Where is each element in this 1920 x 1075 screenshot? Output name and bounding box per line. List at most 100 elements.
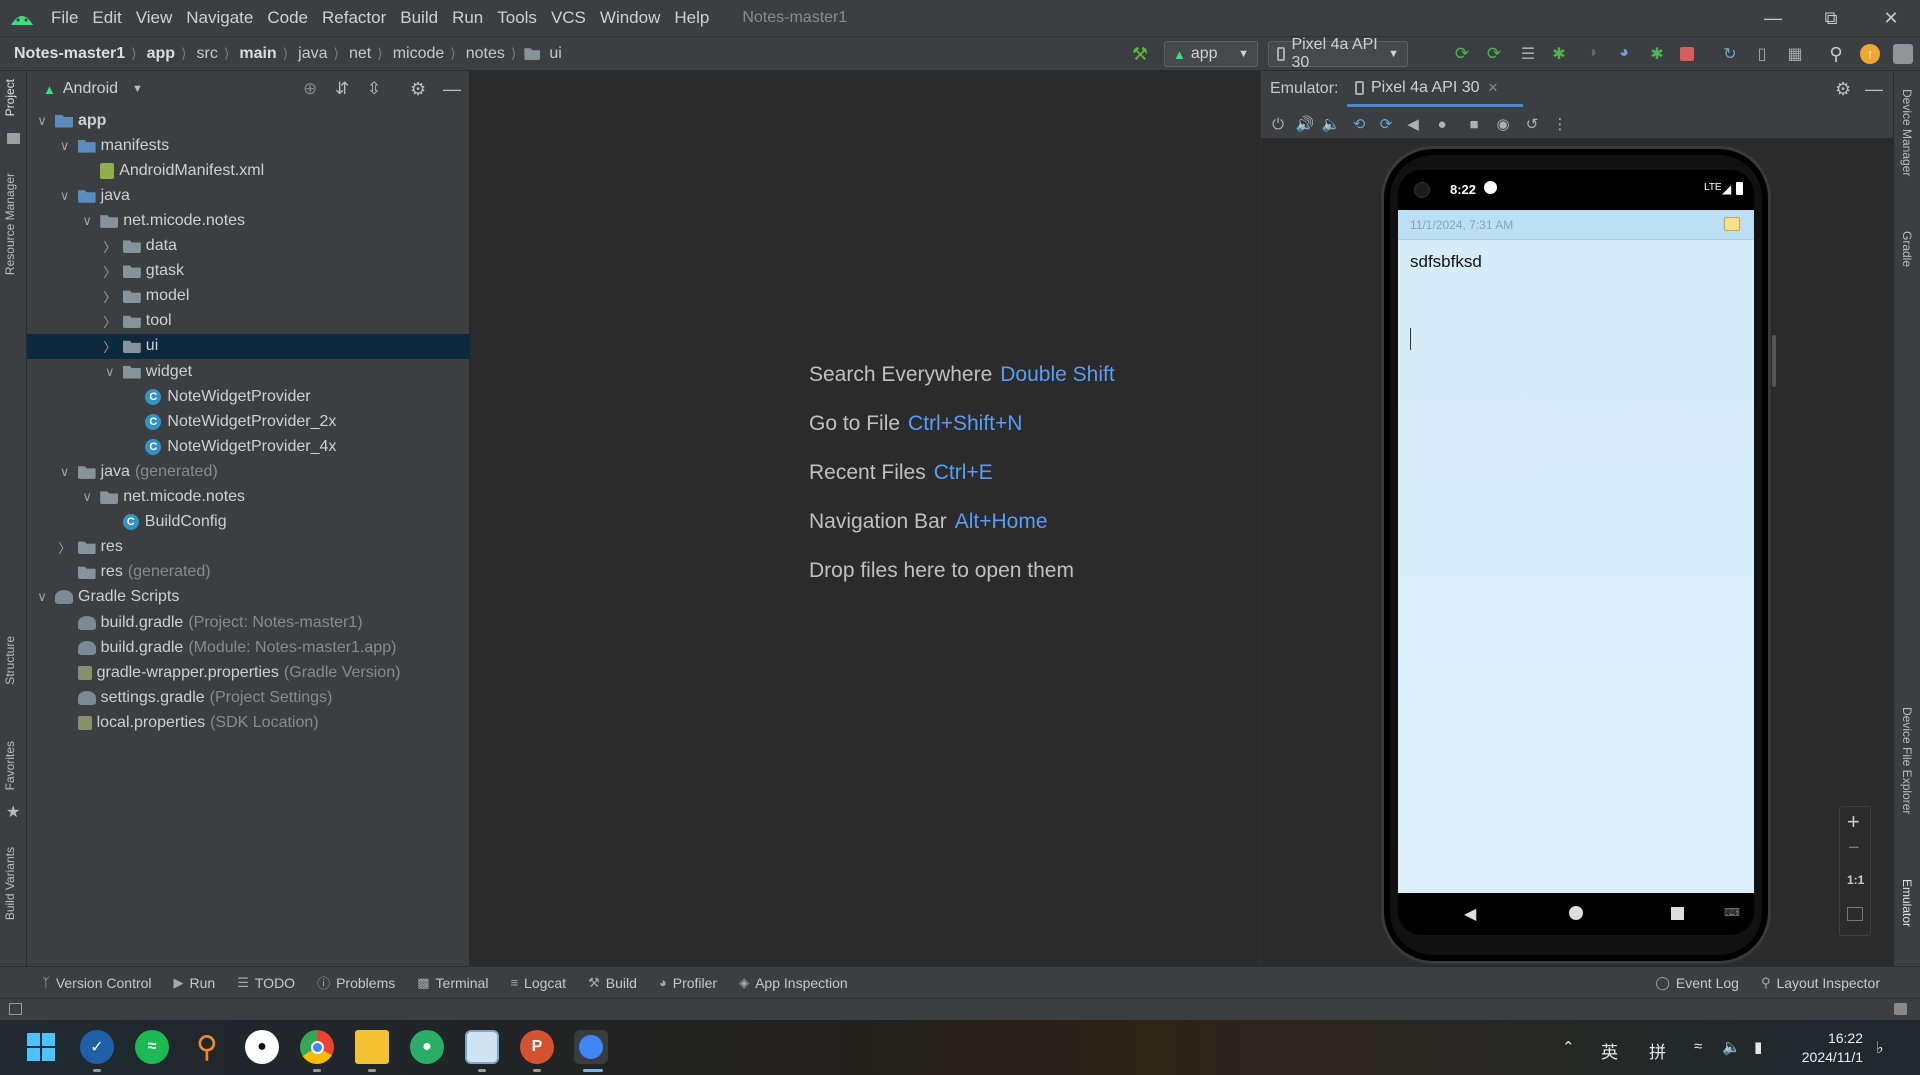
tree-row[interactable]: C BuildConfig: [27, 510, 470, 535]
tool-profiler[interactable]: ◕ Profiler: [659, 975, 717, 991]
breadcrumb-java[interactable]: java: [298, 45, 327, 63]
wechat-icon[interactable]: ●: [410, 1030, 444, 1064]
run-config-dropdown[interactable]: ▲ app ▼: [1164, 41, 1258, 67]
chevron-right-icon[interactable]: 〉: [103, 262, 117, 281]
tool-build[interactable]: ⚒ Build: [588, 975, 637, 991]
tree-row[interactable]: ∨ Gradle Scripts: [27, 585, 470, 610]
sdk-manager-icon[interactable]: ▦: [1785, 44, 1805, 64]
chevron-down-icon[interactable]: ∨: [80, 213, 94, 229]
tool-window-toggle-icon[interactable]: [9, 1003, 22, 1015]
tab-device-manager[interactable]: Device Manager: [1900, 89, 1914, 176]
tree-row[interactable]: ∨ java: [27, 183, 470, 208]
chevron-down-icon[interactable]: ∨: [35, 113, 49, 129]
zoom-fit-icon[interactable]: [1847, 907, 1863, 921]
tool-run[interactable]: ▶ Run: [174, 975, 216, 991]
chevron-down-icon[interactable]: ∨: [80, 489, 94, 505]
tree-row[interactable]: ∨ manifests: [27, 133, 470, 158]
chrome-icon[interactable]: [300, 1030, 334, 1064]
tree-row[interactable]: res (generated): [27, 560, 470, 585]
search-icon[interactable]: ⚲: [1826, 44, 1846, 64]
chevron-down-icon[interactable]: ▼: [132, 83, 143, 95]
apply-changes-restart-icon[interactable]: ⟳: [1452, 44, 1472, 64]
volume-icon[interactable]: 🔈: [1722, 1038, 1741, 1056]
volume-up-icon[interactable]: 🔊: [1296, 115, 1315, 133]
coverage-icon[interactable]: ◑: [1582, 44, 1602, 64]
profiler-icon[interactable]: ◕: [1614, 44, 1634, 64]
menu-code[interactable]: Code: [267, 8, 308, 28]
chevron-down-icon[interactable]: ∨: [58, 138, 72, 154]
tool-version-control[interactable]: ᛉ Version Control: [42, 975, 152, 991]
menu-vcs[interactable]: VCS: [551, 8, 586, 28]
home-icon[interactable]: ●: [1433, 115, 1451, 133]
qq-icon[interactable]: ●: [245, 1030, 279, 1064]
debug-icon[interactable]: ✱: [1549, 44, 1569, 64]
device-dropdown[interactable]: Pixel 4a API 30 ▼: [1268, 36, 1408, 71]
zoom-in-icon[interactable]: +: [1847, 809, 1860, 835]
tree-row[interactable]: 〉 ui: [27, 333, 470, 359]
volume-down-icon[interactable]: 🔈: [1322, 115, 1341, 133]
screenshot-icon[interactable]: ◉: [1494, 115, 1512, 133]
tree-row[interactable]: 〉 data: [27, 234, 470, 259]
stop-icon[interactable]: [1680, 47, 1694, 61]
menu-edit[interactable]: Edit: [92, 8, 121, 28]
tree-row[interactable]: ∨ widget: [27, 359, 470, 384]
tree-row[interactable]: 〉 tool: [27, 309, 470, 334]
menu-tools[interactable]: Tools: [497, 8, 537, 28]
android-home-icon[interactable]: [1569, 906, 1583, 920]
tray-overflow-icon[interactable]: ⌃: [1562, 1038, 1575, 1056]
avatar[interactable]: [1893, 44, 1913, 64]
chevron-right-icon[interactable]: 〉: [103, 337, 117, 356]
tree-row[interactable]: ∨ net.micode.notes: [27, 485, 470, 510]
tab-build-variants[interactable]: Build Variants: [3, 847, 17, 920]
menu-view[interactable]: View: [136, 8, 173, 28]
chevron-down-icon[interactable]: ∨: [58, 188, 72, 204]
expand-all-icon[interactable]: ⇵: [335, 79, 349, 99]
project-view-mode[interactable]: Android: [63, 80, 118, 98]
search-app-icon[interactable]: ⚲: [190, 1030, 224, 1064]
breadcrumb-ui[interactable]: ui: [549, 45, 561, 63]
tree-row[interactable]: C NoteWidgetProvider_2x: [27, 409, 470, 434]
chevron-down-icon[interactable]: ∨: [58, 464, 72, 480]
breadcrumb-src[interactable]: src: [197, 45, 218, 63]
hide-panel-icon[interactable]: —: [1865, 79, 1883, 100]
sync-gradle-icon[interactable]: ↻: [1720, 44, 1740, 64]
tool-problems[interactable]: ⓘ Problems: [317, 973, 395, 992]
note-editor[interactable]: 11/1/2024, 7:31 AM sdfsbfksd: [1398, 210, 1754, 893]
hide-panel-icon[interactable]: —: [443, 79, 461, 100]
tool-logcat[interactable]: ≡ Logcat: [510, 975, 566, 991]
menu-help[interactable]: Help: [674, 8, 709, 28]
chevron-right-icon[interactable]: 〉: [103, 287, 117, 306]
restore-button[interactable]: ⧉: [1802, 0, 1860, 36]
snapshot-icon[interactable]: ↺: [1523, 115, 1541, 133]
ime-mode[interactable]: 拼: [1649, 1038, 1666, 1063]
breadcrumb-notes[interactable]: notes: [466, 45, 505, 63]
tab-favorites[interactable]: Favorites: [3, 741, 17, 790]
menu-refactor[interactable]: Refactor: [322, 8, 386, 28]
tree-row[interactable]: ∨ app: [27, 108, 470, 133]
tree-row[interactable]: gradle-wrapper.properties (Gradle Version…: [27, 660, 470, 685]
tool-app-inspection[interactable]: ◈ App Inspection: [739, 975, 848, 991]
spotify-icon[interactable]: ≈: [135, 1030, 169, 1064]
menu-run[interactable]: Run: [452, 8, 483, 28]
tool-event-log[interactable]: ◯ Event Log: [1655, 975, 1739, 991]
locate-icon[interactable]: ⊕: [303, 79, 317, 99]
tool-todo[interactable]: ☰ TODO: [237, 975, 295, 991]
attach-debugger-icon[interactable]: ✱: [1647, 44, 1667, 64]
note-color-picker-icon[interactable]: [1724, 217, 1740, 231]
tab-emulator[interactable]: Emulator: [1900, 879, 1914, 927]
tab-device-file-explorer[interactable]: Device File Explorer: [1900, 707, 1914, 814]
chevron-down-icon[interactable]: ∨: [103, 364, 117, 380]
tree-row[interactable]: 〉 model: [27, 284, 470, 309]
chevron-right-icon[interactable]: 〉: [103, 312, 117, 331]
tree-row[interactable]: ∨ java (generated): [27, 459, 470, 484]
menu-navigate[interactable]: Navigate: [186, 8, 253, 28]
power-icon[interactable]: ⏻: [1269, 115, 1287, 133]
gear-icon[interactable]: ⚙: [410, 79, 426, 100]
tab-emulator-device[interactable]: Pixel 4a API 30 ✕: [1347, 71, 1523, 107]
clock-date[interactable]: 2024/11/1: [1783, 1049, 1863, 1065]
notification-bell-icon[interactable]: ♭: [1876, 1038, 1884, 1058]
clock-time[interactable]: 16:22: [1783, 1030, 1863, 1046]
zoom-actual-size[interactable]: 1:1: [1847, 873, 1864, 887]
wifi-icon[interactable]: ≈: [1694, 1038, 1702, 1055]
android-back-icon[interactable]: ◀: [1464, 904, 1476, 924]
